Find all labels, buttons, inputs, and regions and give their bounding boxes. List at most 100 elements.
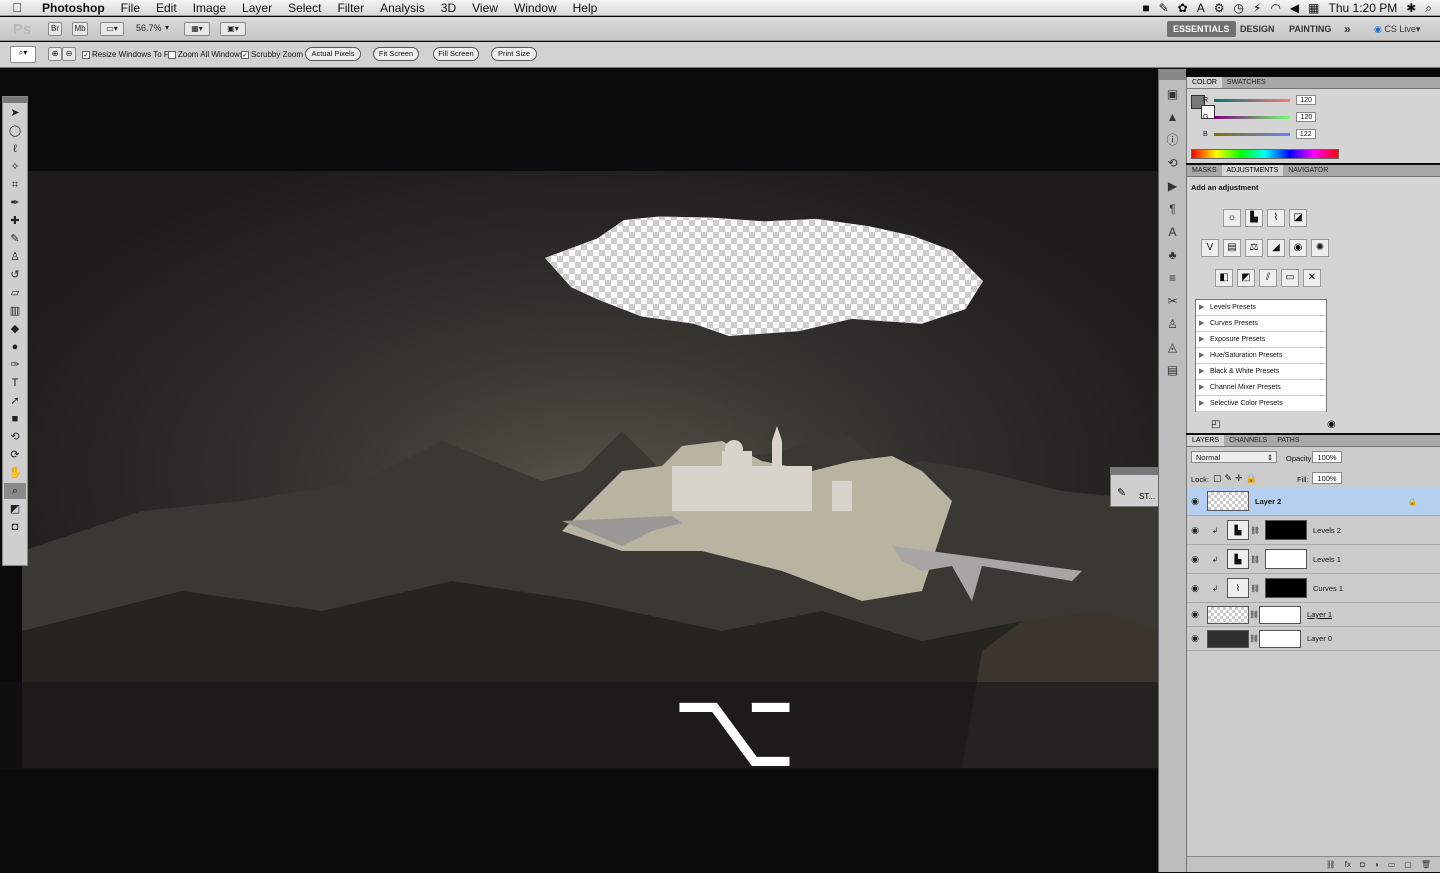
- curves-icon[interactable]: ⌇: [1267, 209, 1285, 227]
- chain-link-icon[interactable]: ⛓: [1249, 526, 1261, 535]
- actions-icon[interactable]: ▶: [1163, 177, 1183, 195]
- eye-icon[interactable]: ◉: [1187, 525, 1203, 536]
- lock-icons[interactable]: ▢✎✛🔒: [1213, 473, 1260, 484]
- print-size-button[interactable]: Print Size: [491, 47, 537, 61]
- tools-panel-header[interactable]: [3, 97, 27, 103]
- zoom-all-windows-checkbox[interactable]: Zoom All Windows: [168, 50, 244, 59]
- layer-name[interactable]: Layer 0: [1307, 634, 1332, 643]
- layer-mask-thumbnail[interactable]: [1259, 629, 1301, 648]
- eye-icon[interactable]: ◉: [1187, 496, 1203, 507]
- tab-channels[interactable]: CHANNELS: [1224, 435, 1272, 446]
- sync-icon[interactable]: ✿: [1178, 1, 1188, 15]
- chain-link-icon[interactable]: ⛓: [1249, 634, 1259, 643]
- pen-tool-icon[interactable]: ✑: [4, 357, 26, 373]
- layer-row[interactable]: ◉ ⛓ Layer 1: [1187, 603, 1440, 627]
- more-workspaces-button[interactable]: »: [1338, 21, 1357, 37]
- time-machine-icon[interactable]: ◷: [1234, 1, 1244, 15]
- layer-name[interactable]: Levels 2: [1313, 526, 1341, 535]
- quick-mask-icon[interactable]: ◘: [4, 519, 26, 535]
- actual-pixels-button[interactable]: Actual Pixels: [305, 47, 361, 61]
- eye-icon[interactable]: ◉: [1187, 554, 1203, 565]
- 3d-panel-icon[interactable]: ◬: [1163, 338, 1183, 356]
- preset-exposure[interactable]: Exposure Presets: [1196, 332, 1326, 348]
- info-icon[interactable]: ⓘ: [1163, 131, 1183, 149]
- brush-presets-icon[interactable]: ♣: [1163, 246, 1183, 264]
- dodge-tool-icon[interactable]: ●: [4, 339, 26, 355]
- layer-row[interactable]: ◉ Layer 2 🔒: [1187, 487, 1440, 516]
- history-icon[interactable]: ⟲: [1163, 154, 1183, 172]
- workspace-design[interactable]: DESIGN: [1234, 21, 1281, 37]
- chain-link-icon[interactable]: ⛓: [1249, 610, 1259, 619]
- tab-swatches[interactable]: SWATCHES: [1222, 77, 1271, 88]
- zoom-level[interactable]: 56.7%: [136, 23, 162, 33]
- gradient-map-icon[interactable]: ▭: [1281, 269, 1299, 287]
- power-icon[interactable]: ⚡: [1253, 1, 1261, 15]
- green-slider[interactable]: [1214, 115, 1291, 119]
- eye-icon[interactable]: ◉: [1187, 583, 1203, 594]
- delete-layer-icon[interactable]: 🗑: [1421, 857, 1431, 872]
- levels-icon[interactable]: ▙: [1245, 209, 1263, 227]
- quick-select-tool-icon[interactable]: ✧: [4, 159, 26, 175]
- shape-tool-icon[interactable]: ■: [4, 411, 26, 427]
- zoom-out-icon[interactable]: ⊖: [62, 47, 76, 61]
- 3d-rotate-tool-icon[interactable]: ⟲: [4, 429, 26, 445]
- preset-selective-color[interactable]: Selective Color Presets: [1196, 396, 1326, 412]
- bluetooth-icon[interactable]: ✱: [1406, 1, 1416, 15]
- chevron-down-icon[interactable]: ▾: [165, 23, 169, 32]
- selective-color-icon[interactable]: ✕: [1303, 269, 1321, 287]
- layer-name[interactable]: Levels 1: [1313, 555, 1341, 564]
- menu-app[interactable]: Photoshop: [34, 0, 113, 16]
- marquee-tool-icon[interactable]: ◯: [4, 123, 26, 139]
- paragraph-icon[interactable]: ¶: [1163, 200, 1183, 218]
- move-tool-icon[interactable]: ➤: [4, 105, 26, 121]
- styles-panel-label[interactable]: ST...: [1139, 492, 1155, 501]
- crop-tool-icon[interactable]: ⌗: [4, 177, 26, 193]
- menu-3d[interactable]: 3D: [433, 0, 464, 16]
- document-canvas[interactable]: ⌥: [0, 69, 1158, 872]
- color-balance-icon[interactable]: ⚖: [1245, 239, 1263, 257]
- threshold-icon[interactable]: ⫽: [1259, 269, 1277, 287]
- photo-filter-icon[interactable]: ◉: [1289, 239, 1307, 257]
- tool-presets-icon[interactable]: ✂: [1163, 292, 1183, 310]
- menu-layer[interactable]: Layer: [234, 0, 280, 16]
- mini-bridge-icon[interactable]: ▣: [1163, 85, 1183, 103]
- 3d-orbit-tool-icon[interactable]: ⟳: [4, 447, 26, 463]
- zoom-tool-icon[interactable]: ⌕: [4, 483, 26, 499]
- workspace-essentials[interactable]: ESSENTIALS: [1167, 21, 1236, 37]
- styles-icon[interactable]: ✎: [1117, 486, 1126, 499]
- spotlight-search-icon[interactable]: ⌕: [1425, 1, 1432, 16]
- floating-panel-header[interactable]: [1111, 468, 1163, 475]
- menu-analysis[interactable]: Analysis: [372, 0, 433, 16]
- mini-bridge-button[interactable]: Mb: [72, 22, 88, 36]
- preset-channel-mixer[interactable]: Channel Mixer Presets: [1196, 380, 1326, 396]
- red-slider[interactable]: [1214, 98, 1291, 102]
- tab-navigator[interactable]: NAVIGATOR: [1283, 165, 1333, 176]
- menu-select[interactable]: Select: [280, 0, 329, 16]
- blend-mode-select[interactable]: Normal ⇕: [1191, 451, 1277, 463]
- layer-row[interactable]: ◉ ↲ ▙ ⛓ Levels 1: [1187, 545, 1440, 574]
- layer-style-icon[interactable]: fx: [1345, 857, 1351, 872]
- invert-icon[interactable]: ◧: [1215, 269, 1233, 287]
- preset-hue-saturation[interactable]: Hue/Saturation Presets: [1196, 348, 1326, 364]
- layer-name[interactable]: Layer 1: [1307, 610, 1332, 619]
- eye-icon[interactable]: ◉: [1187, 633, 1203, 644]
- zoom-tool-preset[interactable]: ⌕▾: [10, 46, 36, 63]
- character-icon[interactable]: A: [1163, 223, 1183, 241]
- zoom-in-icon[interactable]: ⊕: [48, 47, 62, 61]
- hue-saturation-icon[interactable]: ▤: [1223, 239, 1241, 257]
- arrange-documents-button[interactable]: ▦▾: [184, 22, 210, 36]
- tab-layers[interactable]: LAYERS: [1187, 435, 1225, 446]
- menu-window[interactable]: Window: [506, 0, 565, 16]
- healing-tool-icon[interactable]: ✚: [4, 213, 26, 229]
- eye-icon[interactable]: ◉: [1187, 609, 1203, 620]
- clone-stamp-tool-icon[interactable]: ♙: [4, 249, 26, 265]
- layer-mask-thumbnail[interactable]: [1265, 520, 1307, 540]
- dock-header[interactable]: [1159, 69, 1186, 80]
- menu-edit[interactable]: Edit: [148, 0, 185, 16]
- workspace-painting[interactable]: PAINTING: [1283, 21, 1337, 37]
- tab-color[interactable]: COLOR: [1187, 77, 1222, 88]
- new-adjustment-icon[interactable]: ◑: [1374, 857, 1379, 872]
- layer-row[interactable]: ◉ ↲ ▙ ⛓ Levels 2: [1187, 516, 1440, 545]
- blue-value[interactable]: 122: [1295, 129, 1316, 139]
- gear-icon[interactable]: ⚙: [1214, 1, 1225, 15]
